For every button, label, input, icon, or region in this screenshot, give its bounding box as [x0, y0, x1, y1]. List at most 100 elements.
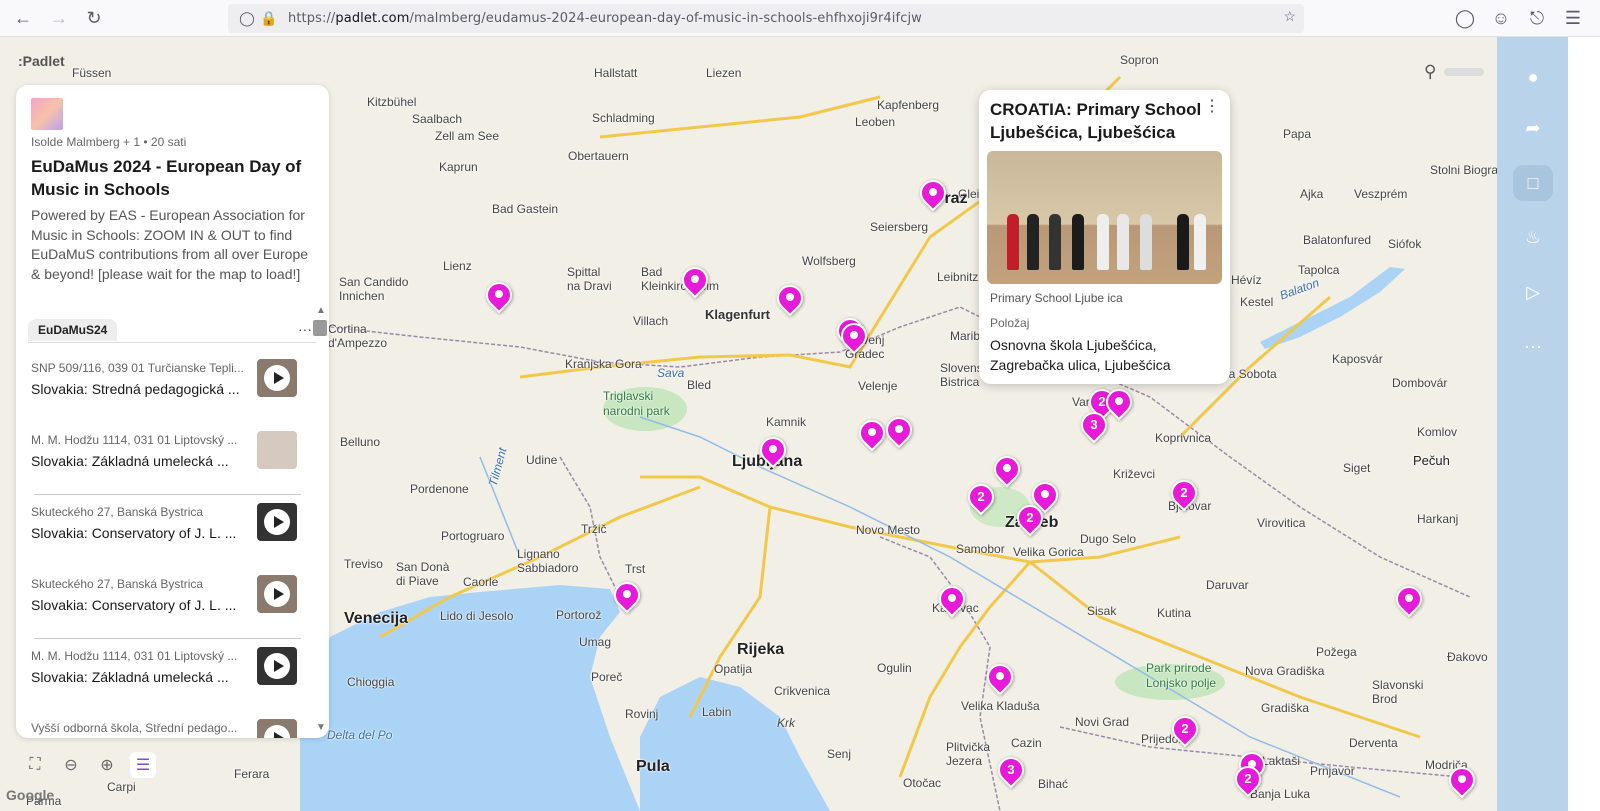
map-pin[interactable] [933, 580, 971, 618]
list-icon[interactable]: ☰ [130, 752, 156, 778]
account-icon[interactable]: ☺ [1484, 4, 1518, 33]
reload-icon[interactable]: ↻ [77, 1, 111, 35]
map-pin-cluster[interactable]: 2 [1229, 760, 1267, 798]
place-label: Siget [1343, 461, 1371, 475]
search-icon[interactable]: ⚲ [1424, 62, 1436, 82]
map-pin[interactable] [1100, 383, 1138, 421]
post-title: Slovakia: Stredná pedagogická ... [31, 381, 240, 397]
more-icon[interactable]: ⋯ [1513, 329, 1553, 365]
place-label: Belluno [340, 435, 381, 449]
search-placeholder[interactable] [1444, 68, 1484, 76]
share-icon[interactable]: ➦ [1513, 110, 1553, 146]
play-icon [264, 581, 290, 607]
map-pin[interactable] [835, 317, 873, 355]
video-thumbnail[interactable] [257, 503, 297, 541]
menu-icon[interactable]: ☰ [1556, 4, 1590, 33]
map-pin[interactable] [988, 450, 1026, 488]
play-icon [264, 509, 290, 535]
remake-icon[interactable]: □ [1513, 165, 1553, 201]
map-pin[interactable] [1443, 761, 1481, 799]
place-label: Labin [702, 705, 732, 719]
scroll-down-icon[interactable]: ▼ [316, 722, 326, 733]
video-thumbnail[interactable] [257, 647, 297, 685]
map-pin-cluster[interactable]: 2 [962, 478, 1000, 516]
map-pin-cluster[interactable]: 3 [1075, 406, 1113, 444]
map-pin[interactable] [880, 411, 918, 449]
place-label: Ajka [1300, 187, 1324, 201]
post-popup-card[interactable]: CROATIA: Primary School Ljubešćica, Ljub… [979, 90, 1230, 384]
scrollbar-thumb[interactable] [313, 320, 327, 336]
zoom-out-icon[interactable]: ⊖ [58, 752, 84, 778]
bookmark-star-icon[interactable]: ☆ [1283, 8, 1296, 25]
section-tabbar: EuDaMuS24 ··· [28, 319, 316, 343]
post-image[interactable] [987, 151, 1222, 284]
place-label: Stolni Biograd [1430, 163, 1497, 177]
place-label: Kestel [1240, 295, 1274, 309]
place-label: Kitzbühel [367, 95, 417, 109]
shield-icon[interactable]: ◯ [236, 10, 258, 27]
map-pin[interactable] [754, 431, 792, 469]
place-label: Füssen [72, 66, 112, 80]
place-label: Lienz [443, 259, 472, 273]
place-label: Nova Gradiška [1245, 664, 1325, 678]
section-tab[interactable]: EuDaMuS24 [28, 319, 118, 341]
map-pin[interactable] [1390, 580, 1428, 618]
place-label: Bihać [1038, 777, 1069, 791]
pocket-icon[interactable]: ◯ [1448, 4, 1482, 33]
video-thumbnail[interactable] [257, 359, 297, 397]
forward-icon[interactable]: → [42, 1, 76, 35]
place-label: Zell am See [435, 129, 500, 143]
list-item[interactable]: M. M. Hodžu 1114, 031 01 Liptovský ... S… [16, 639, 329, 711]
place-label: Udine [526, 453, 558, 467]
scroll-up-icon[interactable]: ▲ [316, 305, 326, 316]
map-pin[interactable] [480, 276, 518, 314]
map-pin[interactable] [771, 279, 809, 317]
image-thumbnail[interactable] [257, 431, 297, 469]
back-icon[interactable]: ← [6, 1, 40, 35]
map-pin-cluster[interactable]: 3 [992, 751, 1030, 789]
post-address: M. M. Hodžu 1114, 031 01 Liptovský ... [31, 433, 238, 447]
more-icon[interactable]: ··· [298, 321, 312, 337]
map-pin-cluster[interactable]: 2 [1165, 474, 1203, 512]
map-pin[interactable] [853, 414, 891, 452]
list-item[interactable]: Skuteckého 27, Banská Bystrica Slovakia:… [16, 495, 329, 567]
extensions-icon[interactable]: ⎋ [1520, 4, 1554, 33]
post-title: Slovakia: Základná umelecká ... [31, 453, 229, 469]
map-pin[interactable] [608, 576, 646, 614]
lock-icon[interactable]: 🔒 [258, 10, 280, 27]
list-item[interactable]: M. M. Hodžu 1114, 031 01 Liptovský ... S… [16, 423, 329, 495]
map-pin[interactable] [981, 658, 1019, 696]
video-thumbnail[interactable] [257, 719, 297, 738]
post-address: Skuteckého 27, Banská Bystrica [31, 505, 204, 519]
zoom-in-icon[interactable]: ⊕ [94, 752, 120, 778]
address-bar[interactable]: ◯ 🔒 https://padlet.com/malmberg/eudamus-… [228, 4, 1304, 33]
place-label: Umag [579, 635, 612, 649]
video-thumbnail[interactable] [257, 575, 297, 613]
bell-icon[interactable]: ♨ [1513, 219, 1553, 255]
padlet-logo[interactable]: :Padlet [18, 53, 65, 69]
place-label: Spittal na Dravi [567, 265, 612, 293]
fullscreen-icon[interactable]: ⛶ [22, 752, 48, 778]
avatar[interactable]: ● [1513, 59, 1553, 95]
place-label: San Donà di Piave [396, 560, 450, 588]
list-item[interactable]: Skuteckého 27, Banská Bystrica Slovakia:… [16, 567, 329, 639]
place-label: Obertauern [568, 149, 629, 163]
map-pin-cluster[interactable]: 2 [1011, 499, 1049, 537]
city-label: Klagenfurt [705, 307, 770, 322]
place-label: Bled [687, 378, 712, 392]
map-pin[interactable] [914, 174, 952, 212]
place-label: Kaposvár [1332, 352, 1383, 366]
list-item[interactable]: SNP 509/116, 039 01 Turčianske Tepli... … [16, 351, 329, 423]
place-label: Hévíz [1231, 273, 1262, 287]
place-label: Senj [827, 747, 852, 761]
more-vertical-icon[interactable]: ⋮ [1204, 96, 1220, 116]
place-label: Kaprun [439, 160, 478, 174]
map-pin[interactable] [676, 261, 714, 299]
slideshow-icon[interactable]: ▷ [1513, 274, 1553, 310]
map-pin-cluster[interactable]: 2 [1166, 710, 1204, 748]
padlet-description: Powered by EAS - European Association fo… [31, 207, 309, 282]
post-caption: Primary School Ljube ica [990, 291, 1123, 305]
place-label: Veszprém [1354, 187, 1408, 201]
place-label: Balatonfured [1303, 233, 1372, 247]
list-item[interactable]: Vyšší odborná škola, Střední pedago... [16, 711, 329, 738]
